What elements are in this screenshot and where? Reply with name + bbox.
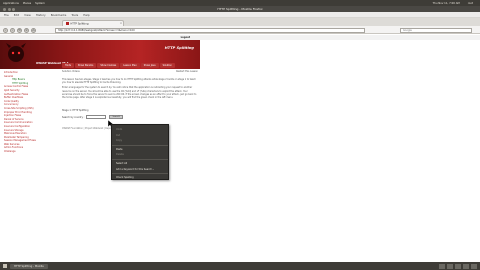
lesson-plan-button[interactable]: Lesson Plan <box>120 63 140 68</box>
workspace-2-icon[interactable] <box>447 263 453 269</box>
menu-separator <box>112 173 168 175</box>
lesson-nav-pills: Hints Show Params Show Cookies Lesson Pl… <box>62 63 175 68</box>
lesson-intro-text: This lesson has two stages. Stage 1 teac… <box>62 78 196 85</box>
search-submit-button[interactable]: Search! <box>109 115 124 120</box>
goat-logo-icon <box>6 43 26 62</box>
stage-heading: Stage 1: HTTP Splitting <box>62 109 89 113</box>
language-label: Search by country : <box>62 115 85 119</box>
os-menu-places[interactable]: Places <box>23 2 31 5</box>
sidebar-item[interactable]: Challenge <box>4 150 58 154</box>
window-title: HTTP Splitting - Mozilla Firefox <box>217 7 263 11</box>
menu-history[interactable]: History <box>36 13 46 17</box>
search-input[interactable]: Google <box>400 27 472 33</box>
show-params-button[interactable]: Show Params <box>74 63 97 68</box>
menu-file[interactable]: File <box>4 13 9 17</box>
taskbar-firefox-item[interactable]: HTTP Splitting - Mozilla <box>10 263 48 269</box>
context-menu-item[interactable]: Add a Keyword for this Search... <box>112 167 168 173</box>
lesson-sidebar: Introduction General Http Basics HTTP Split… <box>4 71 58 154</box>
back-icon[interactable]: ‹ <box>3 27 8 33</box>
menu-separator <box>112 158 168 160</box>
lesson-instructions-text: Enter a language for the system to searc… <box>62 86 197 100</box>
minimize-window-icon[interactable] <box>7 7 11 11</box>
forward-icon[interactable]: › <box>10 27 15 33</box>
context-menu-item[interactable]: Copy <box>112 138 168 144</box>
reload-icon[interactable]: ↻ <box>17 27 22 33</box>
restart-lesson-link[interactable]: Restart this Lesson <box>176 70 198 73</box>
page-content: Logout OWASP WebGoat V5.3 HTTP Splitting… <box>0 35 480 260</box>
context-menu-item[interactable]: Check Spelling <box>112 175 168 181</box>
close-tab-icon[interactable]: × <box>120 22 122 25</box>
show-java-button[interactable]: Show Java <box>140 63 159 68</box>
menu-separator <box>112 144 168 146</box>
lesson-title: HTTP Splitting <box>164 46 194 50</box>
show-desktop-icon[interactable] <box>3 264 7 268</box>
menu-bookmarks[interactable]: Bookmarks <box>51 13 67 17</box>
maximize-window-icon[interactable] <box>12 7 15 11</box>
menu-tools[interactable]: Tools <box>71 13 78 17</box>
tab-label: HTTP Splitting <box>70 22 89 26</box>
os-menu-applications[interactable]: Applications <box>3 2 19 5</box>
show-cookies-button[interactable]: Show Cookies <box>97 63 120 68</box>
os-taskbar: HTTP Splitting - Mozilla <box>0 262 480 270</box>
clock[interactable]: Thu Nov 11, 7:00 AM <box>433 2 460 5</box>
os-menu-system[interactable]: System <box>35 2 45 5</box>
menu-help[interactable]: Help <box>83 13 89 17</box>
navigation-bar: ‹ › ↻ × ⌂ http://127.0.0.1:8080/webgoat/… <box>0 26 480 34</box>
user-name[interactable]: root <box>468 2 473 5</box>
workspace-3-icon[interactable] <box>455 263 461 269</box>
solution-videos-link[interactable]: Solution Videos <box>62 70 80 73</box>
favicon-icon <box>66 22 69 25</box>
lesson-header: Solution Videos Restart this Lesson <box>62 70 198 73</box>
hints-button[interactable]: Hints <box>62 63 74 68</box>
menu-view[interactable]: View <box>24 13 31 17</box>
url-bar[interactable]: http://127.0.0.1:8080/webgoat/attack?Scr… <box>55 27 365 33</box>
logout-link[interactable]: Logout <box>181 36 190 39</box>
workspace-1-icon[interactable] <box>439 263 445 269</box>
stop-icon[interactable]: × <box>24 27 29 33</box>
context-menu-item[interactable]: Delete <box>112 152 168 158</box>
tab-strip: HTTP Splitting × <box>0 18 480 26</box>
close-window-icon[interactable] <box>3 7 6 11</box>
context-menu: Undo Cut Copy Paste Delete Select All Add a Ke… <box>111 124 169 180</box>
trash-icon[interactable] <box>471 263 477 269</box>
home-icon[interactable]: ⌂ <box>31 27 36 33</box>
workspace-4-icon[interactable] <box>463 263 469 269</box>
menu-edit[interactable]: Edit <box>14 13 19 17</box>
search-form: Search by country : Search! <box>62 115 198 120</box>
solution-button[interactable]: Solution <box>159 63 175 68</box>
language-input[interactable] <box>86 115 107 120</box>
lesson-main: Solution Videos Restart this Lesson This… <box>62 70 198 130</box>
